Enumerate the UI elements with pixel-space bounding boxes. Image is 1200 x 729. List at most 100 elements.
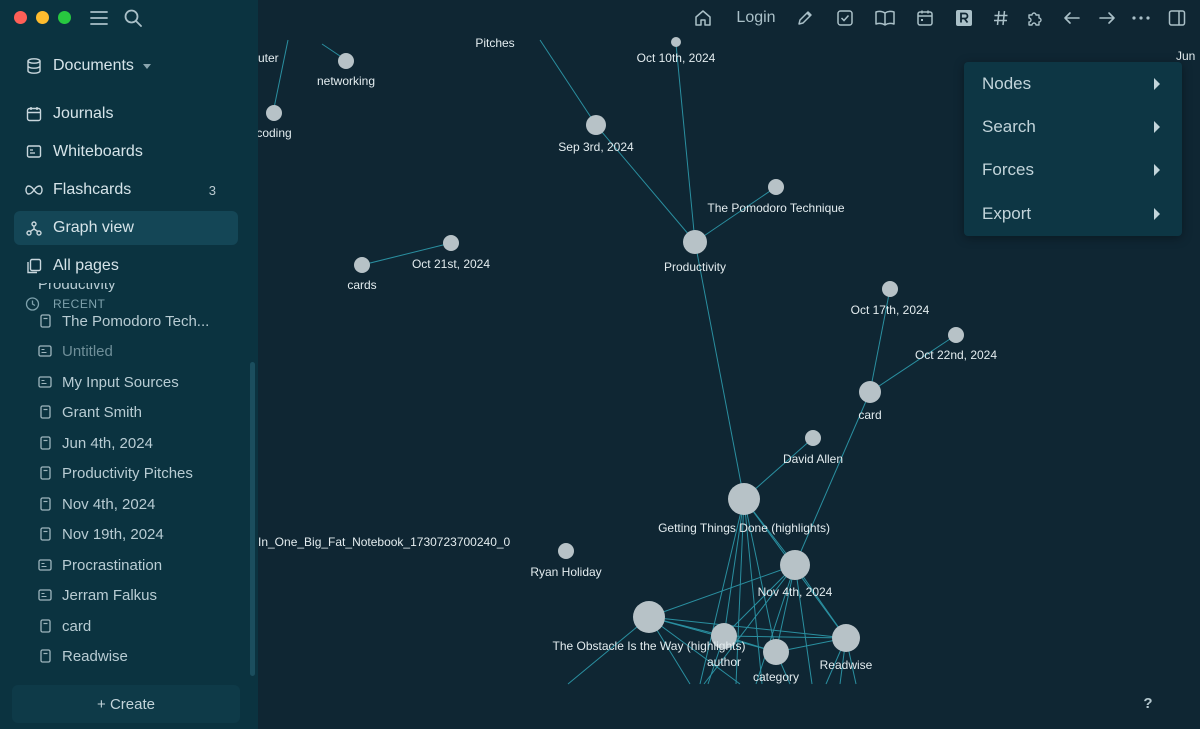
- database-icon: [24, 56, 44, 76]
- book-icon[interactable]: [873, 6, 897, 30]
- recent-item[interactable]: Untitled: [38, 338, 113, 364]
- workspace-selector[interactable]: Documents: [14, 49, 238, 83]
- home-icon[interactable]: [692, 6, 714, 30]
- graph-label: Ryan Holiday: [530, 565, 601, 579]
- recent-item-label: The Pomodoro Tech...: [62, 312, 210, 330]
- puzzle-icon[interactable]: [1024, 6, 1046, 30]
- graph-node-pomodoro[interactable]: [768, 179, 784, 195]
- graph-label: Oct 10th, 2024: [637, 51, 716, 65]
- menu-item-export[interactable]: Export: [964, 192, 1182, 236]
- recent-item[interactable]: Productivity Pitches: [38, 460, 193, 486]
- chevron-down-icon: [142, 63, 151, 69]
- back-arrow-icon[interactable]: [1061, 6, 1083, 30]
- sidebar-item-label: Flashcards: [53, 181, 132, 198]
- forward-arrow-icon[interactable]: [1096, 6, 1118, 30]
- graph-label: The Obstacle Is the Way (highlights): [553, 639, 746, 653]
- hashtag-icon[interactable]: [990, 6, 1012, 30]
- graph-label: networking: [317, 74, 375, 88]
- graph-nodes[interactable]: [266, 37, 964, 665]
- chevron-right-icon: [1154, 208, 1160, 220]
- sidebar-item-journals[interactable]: Journals: [14, 97, 238, 131]
- graph-node-networking[interactable]: [338, 53, 354, 69]
- graph-node-ryan-holiday[interactable]: [558, 543, 574, 559]
- graph-node-oct21[interactable]: [443, 235, 459, 251]
- recent-item[interactable]: Procrastination: [38, 552, 162, 578]
- graph-node-card[interactable]: [859, 381, 881, 403]
- graph-node-sep3[interactable]: [586, 115, 606, 135]
- graph-label: Pitches: [475, 36, 514, 50]
- graph-node-oct17[interactable]: [882, 281, 898, 297]
- recent-item[interactable]: Nov 4th, 2024: [38, 491, 155, 517]
- recent-item[interactable]: Jerram Falkus: [38, 582, 157, 608]
- graph-node-oct22[interactable]: [948, 327, 964, 343]
- menu-item-label: Export: [982, 204, 1032, 223]
- graph-node-category[interactable]: [763, 639, 789, 665]
- graph-node-productivity[interactable]: [683, 230, 707, 254]
- create-button[interactable]: + Create: [12, 685, 240, 723]
- calendar-icon[interactable]: [914, 6, 936, 30]
- checkbox-icon[interactable]: [834, 6, 856, 30]
- menu-item-label: Search: [982, 117, 1036, 136]
- graph-label: author: [707, 655, 741, 669]
- menu-item-search[interactable]: Search: [964, 105, 1182, 149]
- sidebar-scrollbar[interactable]: [250, 362, 255, 676]
- chevron-right-icon: [1154, 164, 1160, 176]
- recent-item[interactable]: The Pomodoro Tech...: [38, 308, 209, 334]
- whiteboard-icon: [38, 344, 52, 358]
- graph-label: Sep 3rd, 2024: [558, 140, 634, 154]
- graph-label: cards: [347, 278, 376, 292]
- page-icon: [38, 314, 52, 328]
- graph-node-gtd[interactable]: [728, 483, 760, 515]
- recent-item[interactable]: My Input Sources: [38, 369, 179, 395]
- recent-item-label: Nov 4th, 2024: [62, 495, 156, 513]
- sidebar-toggle-icon[interactable]: [1166, 6, 1188, 30]
- recent-item[interactable]: Nov 19th, 2024: [38, 521, 164, 547]
- graph-label: Jun: [1176, 49, 1195, 63]
- minimize-window-button[interactable]: [36, 11, 49, 24]
- close-window-button[interactable]: [14, 11, 27, 24]
- readwise-icon[interactable]: [953, 6, 975, 30]
- graph-label: Readwise: [820, 658, 873, 672]
- recent-item-label: Nov 19th, 2024: [62, 525, 164, 543]
- graph-node-coding[interactable]: [266, 105, 282, 121]
- recent-item[interactable]: Readwise: [38, 643, 128, 669]
- menu-item-nodes[interactable]: Nodes: [964, 62, 1182, 106]
- login-button[interactable]: Login: [732, 6, 780, 30]
- graph-label: Oct 21st, 2024: [412, 257, 490, 271]
- graph-node-readwise[interactable]: [832, 624, 860, 652]
- graph-node-oct10[interactable]: [671, 37, 681, 47]
- graph-label: card: [858, 408, 881, 422]
- graph-label: Nov 4th, 2024: [758, 585, 833, 599]
- pages-icon: [24, 256, 44, 276]
- sidebar-item-label: Journals: [53, 105, 114, 122]
- sidebar-item-flashcards[interactable]: Flashcards 3: [14, 173, 238, 207]
- graph-label: category: [753, 670, 799, 684]
- menu-item-forces[interactable]: Forces: [964, 148, 1182, 192]
- pencil-icon[interactable]: [794, 6, 816, 30]
- sidebar-item-graph-view[interactable]: Graph view: [14, 211, 238, 245]
- graph-node-obstacle[interactable]: [633, 601, 665, 633]
- zoom-window-button[interactable]: [58, 11, 71, 24]
- help-button[interactable]: ?: [1138, 693, 1158, 713]
- recent-item-clipped[interactable]: Productivity: [38, 283, 116, 297]
- search-icon[interactable]: [122, 7, 144, 29]
- menu-icon[interactable]: [88, 7, 110, 29]
- sidebar-item-whiteboards[interactable]: Whiteboards: [14, 135, 238, 169]
- graph-label: Productivity: [664, 260, 726, 274]
- recent-item[interactable]: Grant Smith: [38, 399, 142, 425]
- flashcards-count-badge: 3: [208, 182, 216, 198]
- recent-item-label: Productivity Pitches: [62, 464, 193, 482]
- whiteboard-icon: [38, 558, 52, 572]
- graph-edges: [273, 39, 957, 685]
- sidebar-item-all-pages[interactable]: All pages: [14, 249, 238, 283]
- graph-node-cards[interactable]: [354, 257, 370, 273]
- whiteboard-icon: [38, 375, 52, 389]
- workspace-name: Documents: [53, 57, 134, 74]
- recent-item[interactable]: card: [38, 613, 91, 639]
- infinity-icon: [24, 180, 44, 200]
- graph-node-david-allen[interactable]: [805, 430, 821, 446]
- graph-node-nov4[interactable]: [780, 550, 810, 580]
- calendar-icon: [24, 104, 44, 124]
- more-icon[interactable]: [1130, 6, 1152, 30]
- recent-item[interactable]: Jun 4th, 2024: [38, 430, 153, 456]
